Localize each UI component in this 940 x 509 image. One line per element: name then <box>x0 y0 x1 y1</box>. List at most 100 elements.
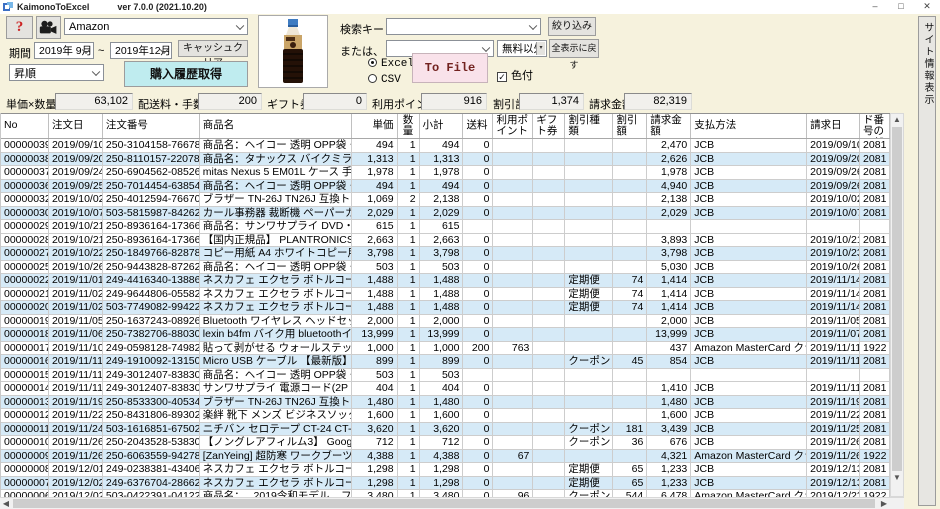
table-row[interactable]: 000000252019/10/26250-9443828-8726213商品名… <box>1 261 890 275</box>
table-cell[interactable] <box>533 193 565 206</box>
table-cell[interactable] <box>533 477 565 490</box>
table-cell[interactable]: 2019/12/13 <box>807 477 860 490</box>
table-cell[interactable]: 250-8110157-2207838 <box>103 153 200 166</box>
table-cell[interactable]: 1 <box>398 301 420 314</box>
table-cell[interactable]: JCB <box>691 423 807 436</box>
table-cell[interactable] <box>613 342 647 355</box>
table-cell[interactable]: 2019/10/22 <box>49 247 103 260</box>
table-cell[interactable]: 0 <box>463 247 493 260</box>
table-cell[interactable]: mitas Nexus 5 EM01L ケース 手帳型 ... <box>200 166 352 179</box>
table-cell[interactable] <box>565 450 613 463</box>
table-row[interactable]: 000000272019/10/22250-1849766-8287803コピー… <box>1 247 890 261</box>
table-cell[interactable]: 2 <box>398 193 420 206</box>
table-cell[interactable]: 2,470 <box>647 139 691 152</box>
table-cell[interactable]: 3,798 <box>647 247 691 260</box>
table-cell[interactable]: 0 <box>463 328 493 341</box>
table-cell[interactable]: 2,138 <box>647 193 691 206</box>
table-cell[interactable]: 1,488 <box>352 288 398 301</box>
table-cell[interactable]: 712 <box>420 436 464 449</box>
table-row[interactable]: 000000322019/10/02250-4012594-7667047ブラザ… <box>1 193 890 207</box>
table-cell[interactable] <box>533 166 565 179</box>
colorize-checkbox[interactable]: ✓色付 <box>497 67 533 83</box>
table-cell[interactable]: 0 <box>463 409 493 422</box>
table-cell[interactable]: 2019/10/21 <box>807 234 860 247</box>
table-row[interactable]: 000000212019/11/02249-9644806-0558250ネスカ… <box>1 288 890 302</box>
table-cell[interactable]: 250-1637243-0892638 <box>103 315 200 328</box>
table-cell[interactable]: 2019/11/22 <box>807 409 860 422</box>
table-cell[interactable]: 4,321 <box>647 450 691 463</box>
table-cell[interactable]: 250-8431806-8930256 <box>103 409 200 422</box>
table-cell[interactable]: JCB <box>691 207 807 220</box>
radio-excel[interactable]: Excel <box>368 58 414 70</box>
table-cell[interactable]: 1 <box>398 463 420 476</box>
table-cell[interactable] <box>565 166 613 179</box>
table-cell[interactable]: 商品名：ヘイコー 透明 OPP袋 クリスタ... <box>200 180 352 193</box>
narrow-button[interactable]: 絞り込み <box>548 17 596 36</box>
table-cell[interactable]: 65 <box>613 477 647 490</box>
table-cell[interactable]: ブラザー TN-26J TN26J 互換トナーカ... <box>200 396 352 409</box>
table-cell[interactable] <box>807 220 860 233</box>
table-row[interactable]: 000000392019/09/10250-3104158-7667848商品名… <box>1 139 890 153</box>
table-cell[interactable] <box>565 139 613 152</box>
table-row[interactable]: 000000062019/12/02503-0422391-0412253商品名… <box>1 490 890 497</box>
table-cell[interactable]: 3,480 <box>420 490 464 497</box>
table-cell[interactable]: 商品名：ヘイコー 透明 OPP袋 クリスタ... <box>200 261 352 274</box>
table-cell[interactable]: 2081 <box>860 355 890 368</box>
table-cell[interactable]: 1,480 <box>420 396 464 409</box>
table-cell[interactable]: 1,978 <box>647 166 691 179</box>
table-cell[interactable]: 1 <box>398 261 420 274</box>
table-cell[interactable]: 00000037 <box>1 166 49 179</box>
table-cell[interactable]: 249-1910092-1315054 <box>103 355 200 368</box>
table-cell[interactable]: 【ノングレアフィルム3】 Google NEX... <box>200 436 352 449</box>
column-header[interactable]: 割引種類 <box>565 114 613 138</box>
table-cell[interactable] <box>613 382 647 395</box>
table-cell[interactable] <box>493 288 533 301</box>
table-cell[interactable]: 181 <box>613 423 647 436</box>
table-cell[interactable]: 2019/11/26 <box>807 436 860 449</box>
table-cell[interactable] <box>613 409 647 422</box>
column-header[interactable]: No <box>1 114 49 138</box>
column-header[interactable]: 数 量 <box>398 114 420 138</box>
table-cell[interactable] <box>565 261 613 274</box>
table-row[interactable]: 000000162019/11/11249-1910092-1315054Mic… <box>1 355 890 369</box>
table-cell[interactable]: 2019/09/25 <box>49 180 103 193</box>
table-cell[interactable]: 0 <box>463 139 493 152</box>
column-header[interactable]: 割引 額 <box>613 114 647 138</box>
table-cell[interactable] <box>533 220 565 233</box>
table-cell[interactable]: 0 <box>463 301 493 314</box>
spinner-button[interactable]: ▾ <box>536 42 545 55</box>
table-cell[interactable]: 2019/10/21 <box>49 234 103 247</box>
table-cell[interactable]: 00000012 <box>1 409 49 422</box>
period-from-select[interactable]: 2019年 9月 <box>34 42 94 59</box>
table-cell[interactable]: 1,414 <box>647 288 691 301</box>
table-cell[interactable]: 2019/11/25 <box>807 423 860 436</box>
close-button[interactable]: ✕ <box>914 0 940 14</box>
table-cell[interactable]: 250-6063559-9427866 <box>103 450 200 463</box>
table-cell[interactable]: 1,313 <box>420 153 464 166</box>
table-cell[interactable]: 45 <box>613 355 647 368</box>
table-cell[interactable]: 249-9644806-0558250 <box>103 288 200 301</box>
table-row[interactable]: 000000372019/09/24250-6904562-0852651mit… <box>1 166 890 180</box>
column-header[interactable]: 請求金 額 <box>647 114 691 138</box>
table-cell[interactable]: 2019/11/01 <box>49 274 103 287</box>
vertical-scroll-thumb[interactable] <box>892 127 902 471</box>
table-cell[interactable]: [ZanYeing] 超防寒 ワークブーツ スノ... <box>200 450 352 463</box>
table-cell[interactable]: 854 <box>647 355 691 368</box>
table-cell[interactable]: 2,626 <box>647 153 691 166</box>
table-cell[interactable]: 2019/10/02 <box>807 193 860 206</box>
table-cell[interactable]: 503 <box>420 369 464 382</box>
table-cell[interactable] <box>613 315 647 328</box>
table-cell[interactable]: 1 <box>398 409 420 422</box>
table-cell[interactable]: 2081 <box>860 153 890 166</box>
table-cell[interactable]: 2081 <box>860 234 890 247</box>
table-cell[interactable]: 1,298 <box>420 463 464 476</box>
table-cell[interactable]: 712 <box>352 436 398 449</box>
table-cell[interactable]: 2081 <box>860 477 890 490</box>
column-header[interactable]: ギフ ト券 <box>533 114 565 138</box>
scroll-down-icon[interactable]: ▼ <box>891 473 903 483</box>
table-cell[interactable]: 商品名：...2019令和モデル... フィ... <box>200 490 352 497</box>
table-cell[interactable] <box>565 369 613 382</box>
table-cell[interactable]: 2019/10/07 <box>49 207 103 220</box>
table-cell[interactable] <box>533 315 565 328</box>
table-cell[interactable]: 1,488 <box>420 301 464 314</box>
